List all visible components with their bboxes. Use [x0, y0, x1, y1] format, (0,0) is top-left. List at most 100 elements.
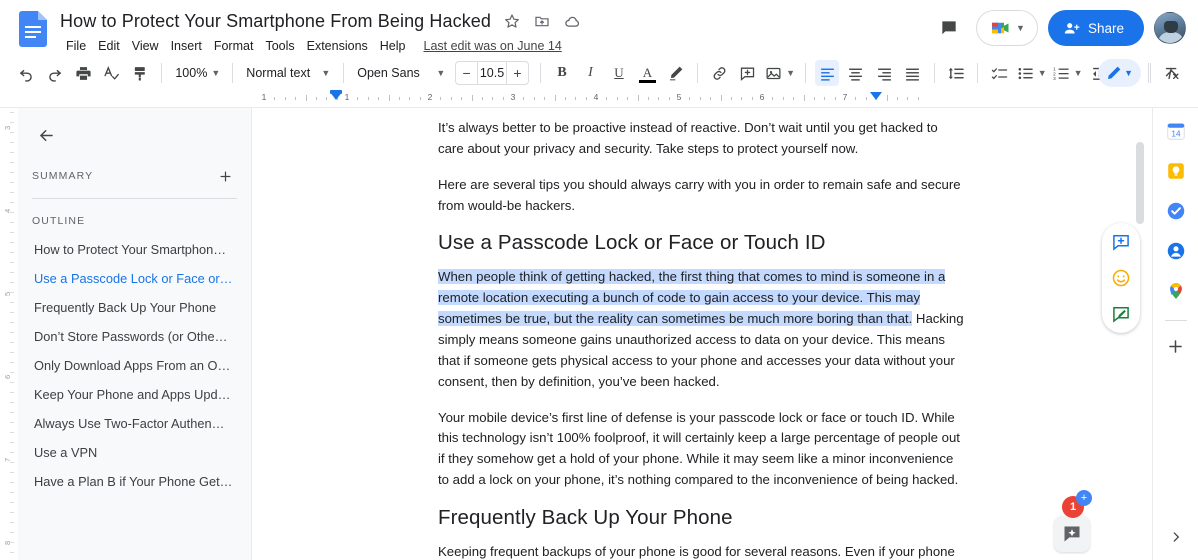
outline-item-3[interactable]: Don’t Store Passwords (or Othe… — [32, 322, 237, 351]
google-tasks-icon[interactable] — [1159, 194, 1193, 228]
bulleted-list-button[interactable]: ▼ — [1014, 60, 1050, 86]
outline-item-4[interactable]: Only Download Apps From an O… — [32, 351, 237, 380]
paragraph-4[interactable]: Your mobile device’s first line of defen… — [438, 408, 966, 491]
align-left-icon[interactable] — [814, 60, 840, 86]
menu-help[interactable]: Help — [374, 37, 412, 55]
comment-history-icon[interactable] — [932, 11, 966, 45]
outline-item-5[interactable]: Keep Your Phone and Apps Upd… — [32, 380, 237, 409]
paragraph-2[interactable]: Here are several tips you should always … — [438, 175, 966, 217]
ruler-tick — [637, 95, 639, 101]
ruler-tick — [855, 97, 857, 100]
outline-item-0[interactable]: How to Protect Your Smartphon… — [32, 235, 237, 264]
avatar[interactable] — [1154, 12, 1186, 44]
redo-icon[interactable] — [42, 60, 66, 86]
numbered-list-button[interactable]: 123 ▼ — [1050, 60, 1086, 86]
star-icon[interactable] — [503, 12, 521, 30]
chevron-down-icon[interactable]: ▼ — [1016, 23, 1025, 33]
menu-tools[interactable]: Tools — [259, 37, 300, 55]
document-page[interactable]: It’s always better to be proactive inste… — [382, 108, 1022, 560]
ruler-number: 4 — [593, 92, 599, 102]
get-add-ons-plus-icon[interactable] — [1159, 329, 1193, 363]
vertical-ruler-number: 5 — [3, 291, 12, 296]
font-size-input[interactable]: 10.5 — [476, 62, 508, 84]
share-button[interactable]: Share — [1047, 10, 1144, 46]
underline-button[interactable]: U — [607, 60, 631, 86]
back-arrow-icon[interactable] — [32, 121, 60, 149]
menu-insert[interactable]: Insert — [165, 37, 208, 55]
plus-badge[interactable]: + — [1076, 490, 1092, 506]
page-title[interactable]: How to Protect Your Smartphone From Bein… — [60, 11, 491, 32]
add-emoji-reaction-icon[interactable] — [1107, 264, 1135, 292]
google-maps-icon[interactable] — [1159, 274, 1193, 308]
document-canvas[interactable]: It’s always better to be proactive inste… — [252, 108, 1152, 560]
menu-edit[interactable]: Edit — [92, 37, 126, 55]
summary-label: SUMMARY — [32, 170, 94, 182]
align-right-icon[interactable] — [872, 60, 896, 86]
paragraph-5[interactable]: Keeping frequent backups of your phone i… — [438, 542, 966, 560]
align-center-icon[interactable] — [843, 60, 867, 86]
style-value: Normal text — [246, 66, 311, 80]
menu-file[interactable]: File — [60, 37, 92, 55]
menu-extensions[interactable]: Extensions — [301, 37, 374, 55]
horizontal-ruler[interactable]: 1 1 2 3 4 5 6 7 — [0, 90, 1198, 108]
left-indent-bar[interactable] — [330, 90, 342, 94]
google-meet-button[interactable]: ▼ — [975, 10, 1038, 46]
ruler-tick — [450, 97, 452, 100]
ruler-tick — [907, 97, 909, 100]
checklist-icon[interactable] — [987, 60, 1011, 86]
suggest-edits-icon[interactable] — [1107, 300, 1135, 328]
decrease-font-size-button[interactable]: − — [456, 62, 477, 84]
highlight-pen-icon[interactable] — [664, 60, 688, 86]
insert-image-button[interactable]: ▼ — [762, 60, 798, 86]
print-icon[interactable] — [71, 60, 95, 86]
paragraph-style-select[interactable]: Normal text ▼ — [240, 60, 336, 86]
heading-passcode-lock[interactable]: Use a Passcode Lock or Face or Touch ID — [438, 231, 966, 255]
paragraph-3[interactable]: When people think of getting hacked, the… — [438, 267, 966, 392]
menu-format[interactable]: Format — [208, 37, 260, 55]
line-spacing-icon[interactable] — [944, 60, 968, 86]
google-docs-logo-icon[interactable] — [16, 8, 50, 50]
google-calendar-icon[interactable]: 14 — [1159, 114, 1193, 148]
text-color-button[interactable]: A — [635, 60, 659, 86]
ruler-tick — [668, 97, 670, 100]
ruler-track[interactable]: 1 1 2 3 4 5 6 7 — [252, 90, 1198, 107]
zoom-level-select[interactable]: 100% ▼ — [169, 60, 225, 86]
right-indent-marker[interactable] — [870, 92, 882, 100]
add-comment-icon[interactable] — [736, 60, 760, 86]
paint-format-icon[interactable] — [128, 60, 152, 86]
spellcheck-icon[interactable] — [99, 60, 123, 86]
google-keep-icon[interactable] — [1159, 154, 1193, 188]
italic-button[interactable]: I — [578, 60, 602, 86]
add-summary-plus-icon[interactable] — [213, 164, 237, 188]
outline-item-7[interactable]: Use a VPN — [32, 438, 237, 467]
show-side-panel-chevron-icon[interactable] — [1161, 522, 1191, 552]
ruler-tick — [658, 97, 660, 100]
saved-to-drive-cloud-icon[interactable] — [563, 12, 581, 30]
ruler-tick — [772, 97, 774, 100]
last-edit-link[interactable]: Last edit was on June 14 — [424, 39, 562, 53]
increase-font-size-button[interactable]: + — [507, 62, 528, 84]
person-add-icon — [1064, 22, 1080, 33]
menu-view[interactable]: View — [126, 37, 165, 55]
google-contacts-icon[interactable] — [1159, 234, 1193, 268]
editing-mode-button[interactable]: ▼ — [1098, 59, 1141, 87]
move-to-folder-icon[interactable] — [533, 12, 551, 30]
outline-item-8[interactable]: Have a Plan B if Your Phone Get… — [32, 467, 237, 496]
gemini-sparkle-icon[interactable] — [1054, 516, 1090, 552]
align-justify-icon[interactable] — [900, 60, 924, 86]
outline-item-6[interactable]: Always Use Two-Factor Authen… — [32, 409, 237, 438]
undo-icon[interactable] — [14, 60, 38, 86]
font-family-select[interactable]: Open Sans ▼ — [351, 60, 451, 86]
insert-link-icon[interactable] — [707, 60, 731, 86]
paragraph-1[interactable]: It’s always better to be proactive inste… — [438, 118, 966, 160]
vertical-ruler-tick — [10, 162, 14, 163]
outline-item-1[interactable]: Use a Passcode Lock or Face or… — [32, 264, 237, 293]
bold-button[interactable]: B — [550, 60, 574, 86]
heading-frequently-back-up[interactable]: Frequently Back Up Your Phone — [438, 506, 966, 530]
add-comment-icon[interactable] — [1107, 228, 1135, 256]
document-scrollbar-thumb[interactable] — [1136, 142, 1144, 224]
vertical-ruler-tick — [10, 302, 14, 303]
hide-menus-chevron-up-icon[interactable] — [1158, 60, 1184, 86]
outline-item-2[interactable]: Frequently Back Up Your Phone — [32, 293, 237, 322]
vertical-ruler-tick — [10, 552, 14, 553]
